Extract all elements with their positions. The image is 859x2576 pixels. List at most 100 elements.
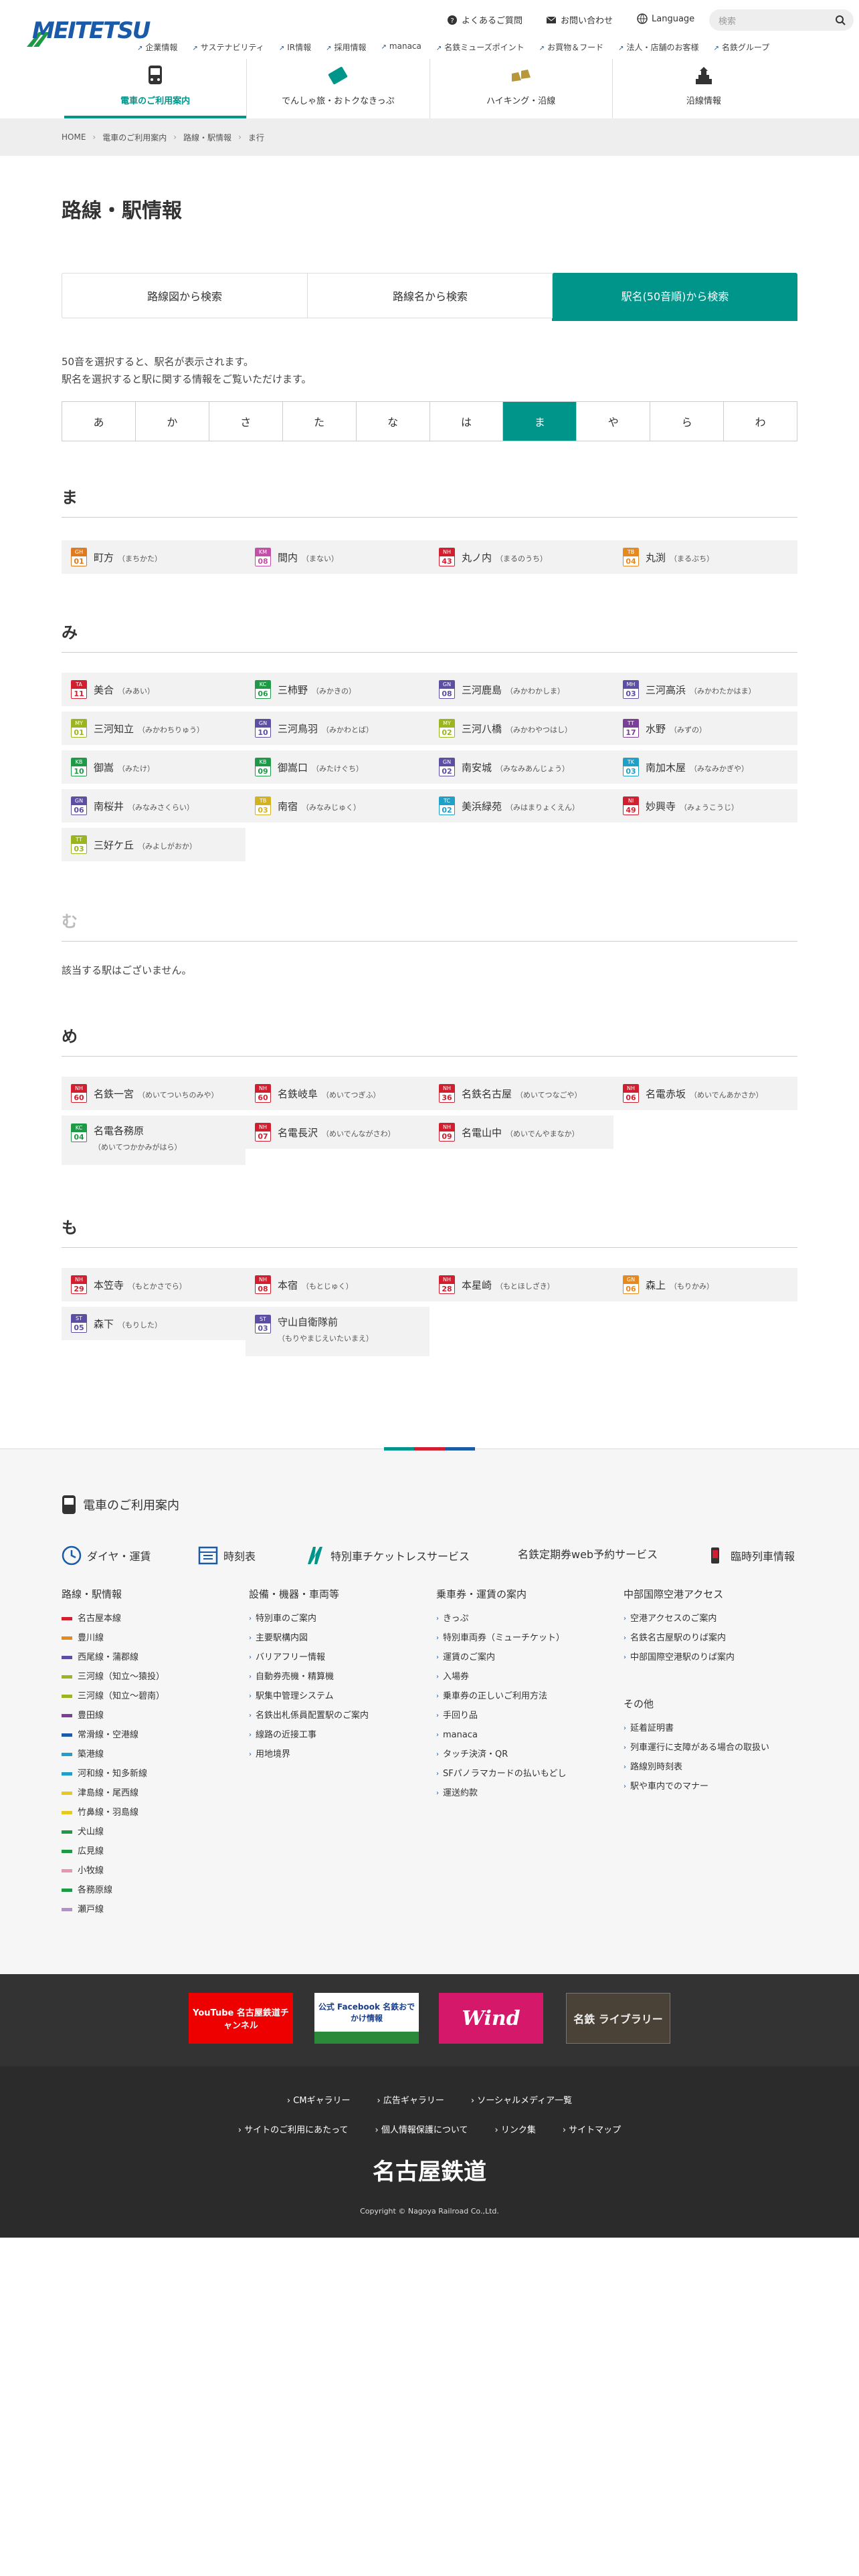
footer-link[interactable]: › 名鉄出札係員配置駅のご案内: [249, 1706, 369, 1725]
sublink[interactable]: 採用情報: [326, 41, 367, 53]
tab-line-name[interactable]: 路線名から検索: [307, 274, 553, 318]
station-link[interactable]: GN 08 三河鹿島 （みかわかしま）: [430, 673, 613, 706]
footer-link[interactable]: 西尾線・蒲郡線: [62, 1648, 165, 1667]
kana-button[interactable]: や: [576, 402, 650, 441]
breadcrumb-lines[interactable]: 路線・駅情報: [183, 132, 231, 143]
sublink[interactable]: お買物＆フード: [539, 41, 603, 53]
station-link[interactable]: NI 49 妙興寺 （みょうこうじ）: [613, 789, 797, 823]
footer-link[interactable]: 築港線: [62, 1745, 165, 1764]
station-link[interactable]: NH 06 名電赤坂 （めいでんあかさか）: [613, 1077, 797, 1110]
footer-link[interactable]: 豊田線: [62, 1706, 165, 1725]
gnav-train-guide[interactable]: 電車のご利用案内: [64, 59, 247, 118]
footer-link[interactable]: › 特別車両券（ミューチケット）: [436, 1628, 566, 1648]
footer-link[interactable]: › 手回り品: [436, 1706, 566, 1725]
kana-button[interactable]: は: [429, 402, 503, 441]
footer-link[interactable]: ソーシャルメディア一覧: [471, 2093, 572, 2106]
quick-link-special-trains[interactable]: 臨時列車情報: [705, 1545, 795, 1566]
wind-banner[interactable]: Wind: [439, 1993, 543, 2044]
footer-link[interactable]: › 路線別時刻表: [624, 1757, 769, 1777]
search-input[interactable]: 検索: [709, 9, 854, 31]
station-link[interactable]: NH 36 名鉄名古屋 （めいてつなごや）: [430, 1077, 613, 1110]
tab-route-map[interactable]: 路線図から検索: [62, 274, 307, 318]
station-link[interactable]: TB 04 丸渕 （まるぶち）: [613, 540, 797, 574]
footer-link[interactable]: 瀬戸線: [62, 1900, 165, 1919]
footer-link[interactable]: › 線路の近接工事: [249, 1725, 369, 1745]
station-link[interactable]: GN 06 南桜井 （みなみさくらい）: [62, 789, 246, 823]
sublink[interactable]: manaca: [381, 41, 421, 53]
sublink[interactable]: サステナビリティ: [192, 41, 264, 53]
kana-button[interactable]: さ: [208, 402, 282, 441]
footer-link[interactable]: › manaca: [436, 1725, 566, 1745]
library-banner[interactable]: 名鉄 ライブラリー: [566, 1993, 670, 2044]
station-link[interactable]: TA 11 美合 （みあい）: [62, 673, 246, 706]
sublink[interactable]: 法人・店舗のお客様: [618, 41, 698, 53]
station-link[interactable]: NH 28 本星崎 （もとほしざき）: [430, 1268, 613, 1301]
station-link[interactable]: GN 06 森上 （もりかみ）: [613, 1268, 797, 1301]
search-icon[interactable]: [835, 15, 846, 25]
footer-link[interactable]: 名古屋本線: [62, 1609, 165, 1628]
footer-link[interactable]: CMギャラリー: [287, 2093, 350, 2106]
kana-button[interactable]: あ: [62, 402, 135, 441]
footer-link[interactable]: 竹鼻線・羽島線: [62, 1803, 165, 1822]
kana-button-selected[interactable]: ま: [502, 402, 577, 441]
station-link[interactable]: KM 08 間内 （まない）: [246, 540, 430, 574]
footer-link[interactable]: › 駅集中管理システム: [249, 1687, 369, 1706]
quick-link-timetable-fare[interactable]: ダイヤ・運賃: [62, 1545, 151, 1566]
footer-link[interactable]: › 延着証明書: [624, 1719, 769, 1738]
footer-link[interactable]: サイトマップ: [563, 2123, 621, 2135]
station-link[interactable]: ST 03 守山自衛隊前 （もりやまじえいたいまえ）: [246, 1307, 430, 1356]
station-link[interactable]: MH 03 三河高浜 （みかわたかはま）: [613, 673, 797, 706]
station-link[interactable]: NH 43 丸ノ内 （まるのうち）: [430, 540, 613, 574]
footer-link[interactable]: › SFパノラマカードの払いもどし: [436, 1764, 566, 1784]
footer-link[interactable]: 小牧線: [62, 1861, 165, 1881]
footer-link[interactable]: › 用地境界: [249, 1745, 369, 1764]
footer-link[interactable]: › 特別車のご案内: [249, 1609, 369, 1628]
tab-station-name[interactable]: 駅名(50音順)から検索: [552, 273, 797, 318]
sublink[interactable]: IR情報: [279, 41, 311, 53]
station-link[interactable]: MY 02 三河八橋 （みかわやつはし）: [430, 712, 613, 745]
footer-link[interactable]: 広告ギャラリー: [377, 2093, 444, 2106]
kana-button[interactable]: わ: [723, 402, 797, 441]
footer-link[interactable]: › タッチ決済・QR: [436, 1745, 566, 1764]
footer-link[interactable]: › 主要駅構内図: [249, 1628, 369, 1648]
footer-link[interactable]: › きっぷ: [436, 1609, 566, 1628]
sublink[interactable]: 企業情報: [137, 41, 177, 53]
footer-link[interactable]: › 列車運行に支障がある場合の取扱い: [624, 1738, 769, 1757]
sublink[interactable]: 名鉄ミューズポイント: [436, 41, 524, 53]
kana-button[interactable]: た: [282, 402, 356, 441]
footer-link[interactable]: › 空港アクセスのご案内: [624, 1609, 735, 1628]
footer-link[interactable]: 個人情報保護について: [375, 2123, 468, 2135]
station-link[interactable]: KC 06 三柿野 （みかきの）: [246, 673, 430, 706]
footer-link[interactable]: › 運送約款: [436, 1784, 566, 1803]
footer-link[interactable]: › バリアフリー情報: [249, 1648, 369, 1667]
station-link[interactable]: TT 17 水野 （みずの）: [613, 712, 797, 745]
station-link[interactable]: KC 04 名電各務原 （めいてつかかみがはら）: [62, 1115, 246, 1165]
footer-link[interactable]: 津島線・尾西線: [62, 1784, 165, 1803]
footer-link[interactable]: › 入場券: [436, 1667, 566, 1687]
station-link[interactable]: GN 10 三河鳥羽 （みかわとば）: [246, 712, 430, 745]
quick-link-ticketless[interactable]: 特別車チケットレスサービス: [305, 1545, 470, 1566]
footer-link[interactable]: サイトのご利用にあたって: [238, 2123, 348, 2135]
footer-link[interactable]: › 乗車券の正しいご利用方法: [436, 1687, 566, 1706]
station-link[interactable]: MY 01 三河知立 （みかわちりゅう）: [62, 712, 246, 745]
gnav-tickets[interactable]: でんしゃ旅・おトクなきっぷ: [246, 59, 429, 118]
station-link[interactable]: NH 60 名鉄岐阜 （めいてつぎふ）: [246, 1077, 430, 1110]
language-link[interactable]: Language: [637, 13, 694, 24]
kana-button[interactable]: な: [355, 402, 430, 441]
footer-link[interactable]: › 中部国際空港駅のりば案内: [624, 1648, 735, 1667]
contact-link[interactable]: お問い合わせ: [546, 13, 613, 26]
sublink[interactable]: 名鉄グループ: [713, 41, 769, 53]
station-link[interactable]: NH 29 本笠寺 （もとかさでら）: [62, 1268, 246, 1301]
station-link[interactable]: TK 03 南加木屋 （みなみかぎや）: [613, 750, 797, 784]
footer-link[interactable]: 各務原線: [62, 1881, 165, 1900]
station-link[interactable]: GH 01 町方 （まちかた）: [62, 540, 246, 574]
gnav-area-info[interactable]: 沿線情報: [611, 59, 795, 118]
breadcrumb-train-guide[interactable]: 電車のご利用案内: [102, 132, 167, 143]
quick-link-pass-reservation[interactable]: 名鉄定期券web予約サービス: [518, 1545, 658, 1562]
gnav-hiking[interactable]: ハイキング・沿線: [429, 59, 612, 118]
footer-link[interactable]: 河和線・知多新線: [62, 1764, 165, 1784]
station-link[interactable]: ST 05 森下 （もりした）: [62, 1307, 246, 1340]
kana-button[interactable]: か: [134, 402, 209, 441]
meitetsu-logo[interactable]: MEITETSU: [27, 12, 151, 47]
station-link[interactable]: KB 09 御嵩口 （みたけぐち）: [246, 750, 430, 784]
